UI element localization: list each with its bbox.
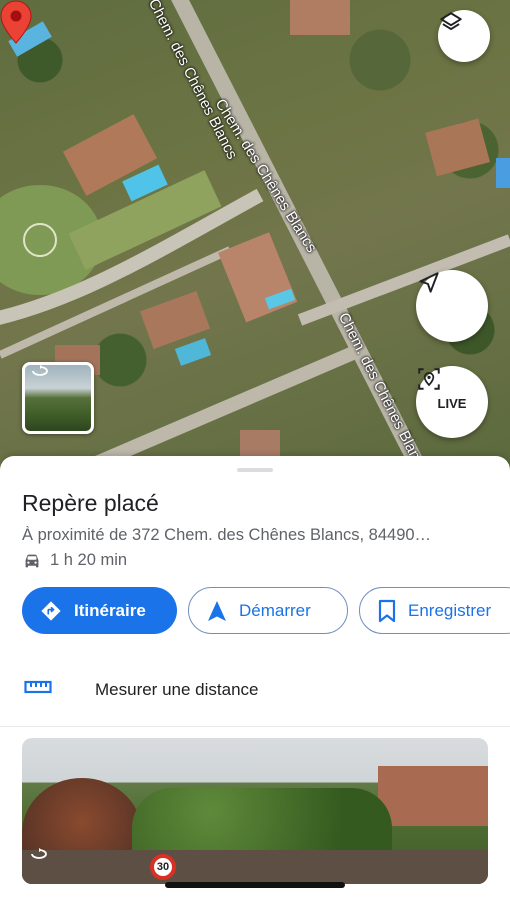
place-title: Repère placé [22, 490, 159, 516]
save-label: Enregistrer [408, 600, 492, 620]
sheet-drag-handle[interactable] [237, 468, 273, 472]
building [218, 232, 298, 323]
action-buttons-row: Itinéraire Démarrer Enregistrer [22, 587, 510, 635]
live-label: LIVE [437, 395, 467, 411]
ruler-icon [24, 680, 52, 694]
satellite-map[interactable]: Chem. des Chênes Blancs Chem. des Chênes… [0, 0, 510, 470]
street-view-photo[interactable]: 30 [22, 738, 488, 884]
measure-distance-row[interactable]: Mesurer une distance [0, 664, 510, 714]
directions-label: Itinéraire [74, 600, 146, 620]
building [425, 118, 490, 177]
swimming-pool [496, 158, 510, 188]
photo-wall [378, 766, 488, 826]
place-bottom-sheet[interactable]: Repère placé À proximité de 372 Chem. de… [0, 456, 510, 900]
home-indicator[interactable] [165, 882, 345, 888]
place-address: À proximité de 372 Chem. des Chênes Blan… [22, 526, 432, 544]
swimming-pool [174, 338, 212, 366]
car-icon [25, 554, 39, 567]
travel-time-value: 1 h 20 min [50, 551, 128, 569]
directions-icon [41, 600, 61, 621]
live-view-button[interactable]: LIVE [416, 366, 488, 438]
travel-time: 1 h 20 min [22, 551, 127, 570]
photo-ground [22, 850, 488, 884]
measure-distance-label: Mesurer une distance [95, 680, 259, 699]
layers-icon [440, 12, 462, 31]
directions-button[interactable]: Itinéraire [22, 587, 177, 634]
location-pin-icon[interactable] [0, 0, 32, 44]
save-button[interactable]: Enregistrer [359, 587, 510, 634]
navigation-arrow-icon [208, 600, 226, 621]
road [77, 343, 363, 470]
layers-button[interactable] [438, 10, 490, 62]
street-view-icon [31, 848, 47, 859]
start-label: Démarrer [239, 600, 311, 620]
navigation-arrow-icon [419, 272, 439, 293]
divider [0, 726, 510, 727]
street-view-icon [32, 365, 48, 376]
bookmark-icon [378, 599, 396, 622]
street-view-thumbnail[interactable] [22, 362, 94, 434]
start-button[interactable]: Démarrer [188, 587, 348, 634]
speed-limit-sign: 30 [150, 854, 176, 880]
live-view-icon [418, 368, 440, 390]
building [290, 0, 350, 35]
my-location-button[interactable] [416, 270, 488, 342]
